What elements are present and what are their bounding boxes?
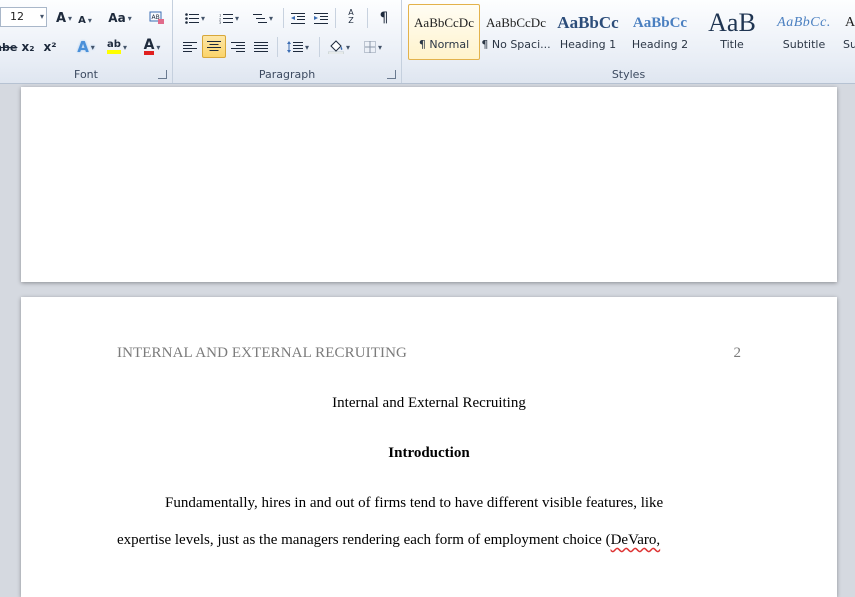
- grow-font-button[interactable]: A: [53, 7, 75, 29]
- style-sample: AaBbCcDc: [414, 15, 474, 30]
- bullets-icon: [185, 12, 199, 24]
- superscript-button[interactable]: x²: [40, 36, 60, 58]
- strikethrough-button[interactable]: abe: [0, 36, 18, 58]
- style-heading-1[interactable]: AaBbCc Heading 1: [552, 4, 624, 60]
- borders-button[interactable]: [357, 36, 389, 58]
- highlighter-icon: ab: [107, 40, 121, 54]
- style-name: Su: [843, 38, 855, 51]
- style-sample: AaBbCcDc: [486, 15, 546, 30]
- font-color-button[interactable]: A: [137, 36, 167, 58]
- subscript-button[interactable]: x₂: [18, 36, 38, 58]
- body-text-line[interactable]: Fundamentally, hires in and out of firms…: [117, 495, 699, 512]
- style-title[interactable]: AaB Title: [696, 4, 768, 60]
- paint-bucket-icon: [327, 40, 344, 54]
- spelling-flagged-word[interactable]: DeVaro,: [611, 532, 661, 548]
- line-spacing-button[interactable]: [281, 36, 315, 58]
- align-right-icon: [231, 41, 245, 52]
- shrink-font-icon: A: [78, 14, 86, 26]
- page-number: 2: [733, 345, 742, 361]
- shading-button[interactable]: [323, 36, 355, 58]
- bullets-button[interactable]: [179, 7, 211, 29]
- style-name: Subtitle: [782, 38, 826, 51]
- increase-indent-button[interactable]: [310, 7, 332, 29]
- numbering-icon: 123: [219, 13, 233, 24]
- document-page-2[interactable]: INTERNAL AND EXTERNAL RECRUITING 2 Inter…: [21, 297, 837, 597]
- style-name: Title: [720, 38, 744, 51]
- strikethrough-icon: abe: [0, 40, 18, 54]
- show-formatting-button[interactable]: ¶: [373, 7, 395, 29]
- align-left-button[interactable]: [179, 36, 201, 58]
- style-name: Heading 2: [631, 38, 689, 51]
- borders-icon: [363, 41, 376, 53]
- style-more[interactable]: A Su: [840, 4, 855, 60]
- style-sample: AaBbCc: [632, 15, 688, 31]
- separator: [367, 8, 368, 28]
- subscript-icon: x₂: [21, 40, 35, 54]
- font-color-icon: A: [143, 37, 155, 55]
- font-size-box[interactable]: 12 ▾: [0, 7, 47, 27]
- styles-group: AaBbCcDc ¶ Normal AaBbCcDc ¶ No Spaci...…: [402, 0, 855, 83]
- numbering-button[interactable]: 123: [213, 7, 245, 29]
- decrease-indent-icon: [291, 12, 305, 24]
- text-effects-icon: A: [77, 38, 89, 56]
- separator: [277, 37, 278, 57]
- document-page-1[interactable]: [21, 87, 837, 282]
- style-heading-2[interactable]: AaBbCc Heading 2: [624, 4, 696, 60]
- style-name: ¶ Normal: [418, 38, 470, 51]
- style-sample: AaBbCc.: [777, 15, 831, 30]
- style-name: Heading 1: [559, 38, 617, 51]
- body-text-segment: expertise levels, just as the managers r…: [117, 532, 611, 548]
- change-case-icon: Aa: [108, 11, 126, 25]
- superscript-icon: x²: [43, 40, 57, 54]
- chevron-down-icon[interactable]: ▾: [40, 8, 44, 26]
- justify-button[interactable]: [250, 36, 272, 58]
- font-group: 12 ▾ A A Aa AB abe x₂ x² A ab A Font: [0, 0, 173, 83]
- font-group-label: Font: [74, 68, 98, 81]
- style-subtitle[interactable]: AaBbCc. Subtitle: [768, 4, 840, 60]
- separator: [319, 37, 320, 57]
- justify-icon: [254, 41, 268, 52]
- shrink-font-button[interactable]: A: [76, 9, 94, 31]
- clear-formatting-button[interactable]: AB: [146, 7, 168, 29]
- grow-font-icon: A: [55, 10, 67, 26]
- paragraph-group: 123 A Z ¶: [173, 0, 402, 83]
- change-case-button[interactable]: Aa: [106, 7, 134, 29]
- align-left-icon: [183, 41, 197, 52]
- multilevel-list-icon: [252, 13, 267, 23]
- style-sample: A: [844, 15, 855, 30]
- sort-button[interactable]: A Z: [339, 6, 363, 28]
- align-center-button[interactable]: [202, 35, 226, 58]
- section-heading[interactable]: Introduction: [21, 445, 837, 462]
- svg-text:3: 3: [219, 21, 221, 24]
- decrease-indent-button[interactable]: [287, 7, 309, 29]
- sort-icon: A Z: [348, 8, 354, 25]
- font-dialog-launcher-icon[interactable]: [158, 70, 167, 79]
- style-name: ¶ No Spaci...: [481, 38, 551, 51]
- increase-indent-icon: [314, 12, 328, 24]
- style-no-spacing[interactable]: AaBbCcDc ¶ No Spaci...: [480, 4, 552, 60]
- style-normal[interactable]: AaBbCcDc ¶ Normal: [408, 4, 480, 60]
- clear-formatting-icon: AB: [149, 11, 164, 24]
- running-header[interactable]: INTERNAL AND EXTERNAL RECRUITING: [117, 345, 407, 362]
- style-sample: AaBbCc: [557, 13, 619, 32]
- styles-group-label: Styles: [611, 68, 646, 81]
- separator: [283, 8, 284, 28]
- ribbon: 12 ▾ A A Aa AB abe x₂ x² A ab A Font 123: [0, 0, 855, 84]
- font-size-value: 12: [10, 10, 24, 23]
- align-right-button[interactable]: [227, 36, 249, 58]
- style-sample: AaB: [708, 8, 756, 37]
- pilcrow-icon: ¶: [379, 10, 389, 26]
- paragraph-dialog-launcher-icon[interactable]: [387, 70, 396, 79]
- separator: [335, 8, 336, 28]
- highlight-button[interactable]: ab: [101, 36, 133, 58]
- paragraph-group-label: Paragraph: [258, 68, 316, 81]
- document-title[interactable]: Internal and External Recruiting: [21, 395, 837, 412]
- line-spacing-icon: [286, 41, 303, 53]
- text-effects-button[interactable]: A: [72, 36, 100, 58]
- align-center-icon: [207, 41, 221, 51]
- body-text-line[interactable]: expertise levels, just as the managers r…: [117, 532, 699, 549]
- multilevel-list-button[interactable]: [247, 7, 279, 29]
